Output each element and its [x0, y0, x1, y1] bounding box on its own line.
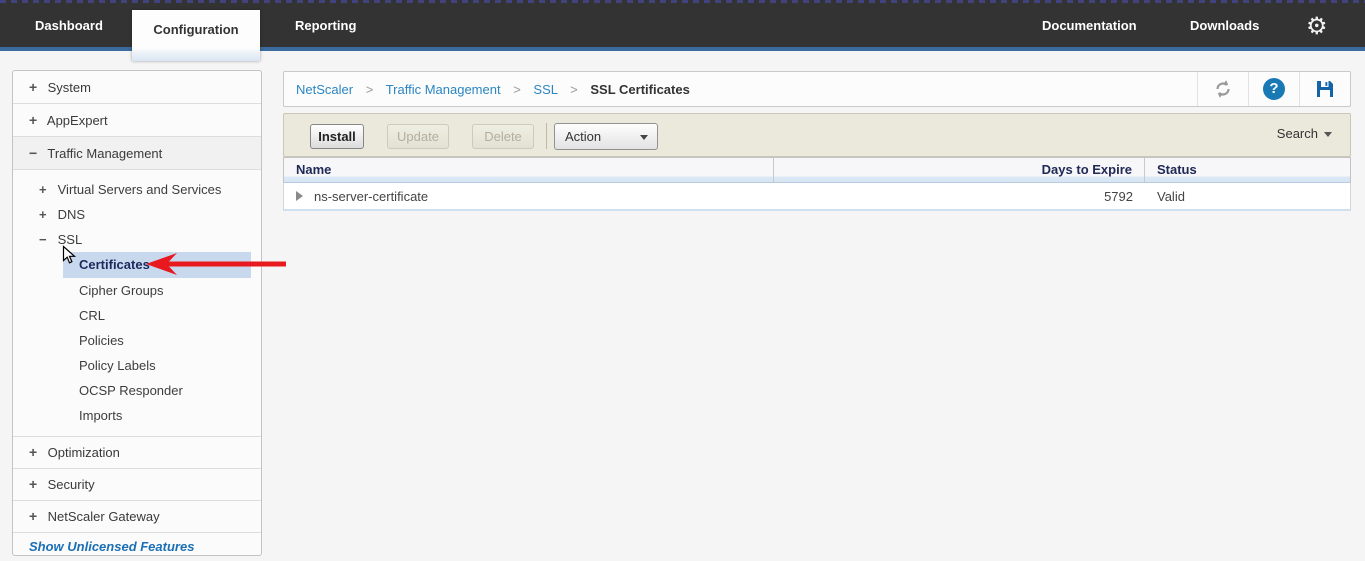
update-button[interactable]: Update	[387, 124, 449, 149]
sidebar-item-imports[interactable]: Imports	[13, 403, 261, 428]
save-button[interactable]	[1299, 72, 1350, 106]
breadcrumb-ssl[interactable]: SSL	[533, 82, 557, 97]
table-header-row: Name Days to Expire Status	[283, 157, 1351, 183]
mouse-cursor	[62, 245, 77, 264]
sidebar-item-traffic-management[interactable]: − Traffic Management	[13, 137, 261, 170]
collapse-icon[interactable]: −	[29, 137, 44, 169]
breadcrumb-netscaler[interactable]: NetScaler	[296, 82, 353, 97]
breadcrumb-icon-group: ?	[1197, 72, 1350, 106]
nav-link-downloads[interactable]: Downloads	[1190, 0, 1259, 51]
sidebar-item-ocsp-responder[interactable]: OCSP Responder	[13, 378, 261, 403]
refresh-icon	[1216, 80, 1230, 98]
show-unlicensed-features-link[interactable]: Show Unlicensed Features	[13, 533, 261, 555]
action-dropdown-label: Action	[565, 129, 602, 144]
help-icon: ?	[1263, 78, 1285, 100]
search-label: Search	[1276, 126, 1318, 141]
breadcrumb-separator: >	[365, 81, 374, 97]
save-icon	[1317, 81, 1333, 97]
expand-icon[interactable]: +	[29, 71, 44, 103]
sidebar-item-crl[interactable]: CRL	[13, 303, 261, 328]
expand-icon[interactable]: +	[29, 437, 44, 468]
sidebar-item-dns[interactable]: + DNS	[13, 202, 261, 227]
column-header-status[interactable]: Status	[1145, 158, 1350, 182]
breadcrumb-separator: >	[570, 81, 578, 97]
sidebar-item-label: NetScaler Gateway	[47, 509, 160, 524]
sidebar-item-security[interactable]: + Security	[13, 469, 261, 501]
sidebar-item-appexpert[interactable]: + AppExpert	[13, 104, 261, 137]
sidebar-item-label: DNS	[57, 207, 86, 222]
search-dropdown[interactable]: Search	[1277, 126, 1332, 141]
action-dropdown[interactable]: Action	[554, 123, 658, 150]
table-row[interactable]: ns-server-certificate 5792 Valid	[283, 183, 1351, 211]
nav-link-documentation[interactable]: Documentation	[1042, 0, 1137, 51]
delete-button[interactable]: Delete	[472, 124, 534, 149]
expand-icon[interactable]: +	[29, 501, 44, 532]
sidebar-item-system[interactable]: + System	[13, 71, 261, 104]
sidebar-item-label: Security	[47, 477, 95, 492]
top-navbar: Dashboard Configuration Reporting Docume…	[0, 0, 1365, 61]
certificates-table: Name Days to Expire Status ns-server-cer…	[283, 157, 1351, 211]
sidebar-item-label: Optimization	[47, 445, 120, 460]
sidebar-item-ssl[interactable]: − SSL	[13, 227, 261, 252]
sidebar-item-label: AppExpert	[46, 113, 108, 128]
sidebar-item-optimization[interactable]: + Optimization	[13, 437, 261, 469]
actions-toolbar: Install Update Delete Action Search	[283, 113, 1351, 157]
page-title: SSL Certificates	[590, 81, 690, 97]
sidebar-item-netscaler-gateway[interactable]: + NetScaler Gateway	[13, 501, 261, 533]
chevron-down-icon	[640, 135, 648, 140]
tab-reporting[interactable]: Reporting	[295, 0, 356, 51]
collapse-icon[interactable]: −	[39, 227, 54, 252]
breadcrumb: NetScaler > Traffic Management > SSL > S…	[284, 82, 1197, 97]
sidebar-item-cipher-groups[interactable]: Cipher Groups	[13, 278, 261, 303]
expand-icon[interactable]: +	[39, 177, 54, 202]
tab-configuration[interactable]: Configuration	[132, 10, 260, 61]
expand-icon[interactable]: +	[39, 202, 54, 227]
breadcrumb-bar: NetScaler > Traffic Management > SSL > S…	[283, 71, 1351, 107]
column-header-name[interactable]: Name	[284, 158, 774, 182]
settings-gear-icon[interactable]: ⚙	[1306, 0, 1328, 51]
breadcrumb-traffic-management[interactable]: Traffic Management	[386, 82, 501, 97]
breadcrumb-separator: >	[513, 81, 521, 97]
expand-icon[interactable]: +	[29, 104, 44, 136]
certificate-name: ns-server-certificate	[314, 188, 429, 204]
refresh-button[interactable]	[1197, 72, 1248, 106]
sidebar-item-policies[interactable]: Policies	[13, 328, 261, 353]
certificate-days-to-expire: 5792	[1104, 189, 1133, 204]
traffic-management-subtree: + Virtual Servers and Services + DNS − S…	[13, 170, 261, 437]
sidebar-item-label: System	[47, 80, 91, 95]
sidebar-item-policy-labels[interactable]: Policy Labels	[13, 353, 261, 378]
column-header-days-to-expire[interactable]: Days to Expire	[774, 158, 1145, 182]
certificate-status: Valid	[1157, 189, 1185, 204]
sidebar-item-label: Traffic Management	[47, 146, 163, 161]
tab-dashboard[interactable]: Dashboard	[35, 0, 103, 51]
install-button[interactable]: Install	[310, 124, 364, 149]
sidebar-item-virtual-servers-and-services[interactable]: + Virtual Servers and Services	[13, 177, 261, 202]
chevron-down-icon	[1324, 132, 1332, 138]
red-arrow-annotation	[146, 253, 286, 275]
sidebar-item-label: Virtual Servers and Services	[57, 182, 222, 197]
toolbar-divider	[546, 123, 547, 149]
help-button[interactable]: ?	[1248, 72, 1299, 106]
row-expander-icon[interactable]	[296, 191, 303, 201]
expand-icon[interactable]: +	[29, 469, 44, 500]
sidebar-navigation: + System + AppExpert − Traffic Managemen…	[12, 70, 262, 556]
